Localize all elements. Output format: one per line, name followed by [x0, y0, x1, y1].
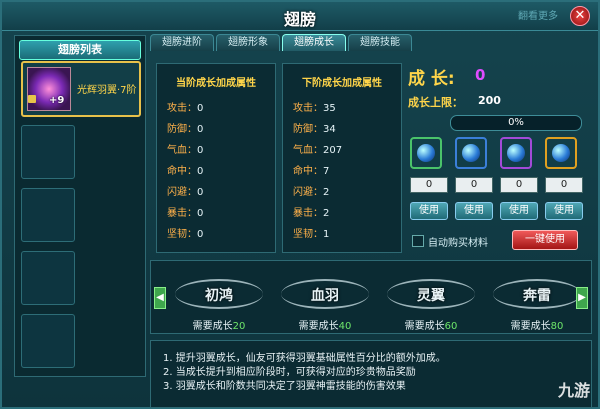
stat-row: 攻击：35	[293, 103, 336, 114]
growth-item-slot[interactable]	[500, 137, 532, 169]
next-stats-title: 下阶成长加成属性	[302, 78, 382, 89]
wing-slot-empty[interactable]	[21, 251, 75, 305]
stat-row: 防御：34	[293, 124, 336, 135]
growth-value: 0	[475, 66, 486, 84]
scroll-left-arrow[interactable]: ◀	[154, 287, 166, 309]
tip-line: 1. 提升羽翼成长，仙友可获得羽翼基础属性百分比的额外加成。	[163, 353, 446, 364]
corner-link[interactable]: 翻看更多	[518, 7, 558, 22]
item-count: 0	[455, 177, 493, 193]
stat-row: 防御：0	[167, 124, 204, 135]
lock-icon	[28, 95, 36, 103]
window-title: 翅膀	[283, 10, 316, 29]
orb-icon	[462, 144, 480, 162]
tab-growth[interactable]: 翅膀成长	[282, 34, 346, 51]
wing-name: 光辉羽翼·7阶	[77, 85, 137, 96]
tip-line: 2. 当成长提升到相应阶段时，可获得对应的珍贵物品奖励	[163, 367, 416, 378]
wing-level-badge: +9	[49, 95, 65, 106]
watermark-logo: 九游	[557, 381, 590, 400]
stage-name: 灵翼	[417, 288, 445, 304]
wing-slot-active[interactable]: +9 光辉羽翼·7阶	[21, 61, 141, 117]
tips-panel: 1. 提升羽翼成长，仙友可获得羽翼基础属性百分比的额外加成。 2. 当成长提升到…	[150, 340, 592, 408]
stat-row: 气血：207	[293, 145, 343, 156]
use-button[interactable]: 使用	[545, 202, 583, 220]
growth-item-slot[interactable]	[410, 137, 442, 169]
wing-slot-empty[interactable]	[21, 188, 75, 242]
title-bar: 翅膀 翻看更多 ✕	[2, 2, 598, 31]
progress-text: 0%	[508, 117, 524, 128]
one-key-use-button[interactable]: 一键使用	[512, 230, 578, 250]
stat-row: 坚韧：1	[293, 229, 330, 240]
tab-advance[interactable]: 翅膀进阶	[150, 34, 214, 51]
auto-buy-checkbox[interactable]	[412, 235, 424, 247]
growth-progress-bar: 0%	[450, 115, 582, 131]
stat-row: 气血：0	[167, 145, 204, 156]
use-button[interactable]: 使用	[455, 202, 493, 220]
wing-list-sidebar: 翅膀列表 +9 光辉羽翼·7阶	[14, 35, 146, 377]
next-stats-panel: 下阶成长加成属性 攻击：35 防御：34 气血：207 命中：7 闪避：2 暴击…	[282, 63, 402, 253]
stage-name: 奔雷	[523, 288, 551, 304]
stat-row: 命中：0	[167, 166, 204, 177]
item-count: 0	[545, 177, 583, 193]
use-button[interactable]: 使用	[410, 202, 448, 220]
stage-card: 初鸿 需要成长20	[169, 265, 269, 332]
stat-row: 暴击：2	[293, 208, 330, 219]
tab-appearance[interactable]: 翅膀形象	[216, 34, 280, 51]
wing-slot-empty[interactable]	[21, 125, 75, 179]
wings-window: 翅膀 翻看更多 ✕ 翅膀列表 +9 光辉羽翼·7阶 翅膀进阶 翅膀形象 翅膀成长…	[0, 0, 600, 409]
wing-slot-empty[interactable]	[21, 314, 75, 368]
scroll-right-arrow[interactable]: ▶	[576, 287, 588, 309]
current-stats-panel: 当阶成长加成属性 攻击：0 防御：0 气血：0 命中：0 闪避：0 暴击：0 坚…	[156, 63, 276, 253]
orb-icon	[552, 144, 570, 162]
stat-row: 闪避：0	[167, 187, 204, 198]
growth-limit-value: 200	[478, 94, 501, 107]
stage-card: 血羽 需要成长40	[275, 265, 375, 332]
stage-requirement: 需要成长40	[298, 321, 352, 332]
stage-card: 奔雷 需要成长80	[487, 265, 587, 332]
stat-row: 坚韧：0	[167, 229, 204, 240]
item-count: 0	[410, 177, 448, 193]
use-button[interactable]: 使用	[500, 202, 538, 220]
close-button[interactable]: ✕	[570, 6, 590, 26]
current-stats-title: 当阶成长加成属性	[176, 78, 256, 89]
stage-requirement: 需要成长80	[510, 321, 564, 332]
orb-icon	[417, 144, 435, 162]
stage-requirement: 需要成长20	[192, 321, 246, 332]
growth-item-slot[interactable]	[545, 137, 577, 169]
wing-list-header: 翅膀列表	[19, 40, 141, 60]
growth-content: 当阶成长加成属性 攻击：0 防御：0 气血：0 命中：0 闪避：0 暴击：0 坚…	[150, 52, 590, 253]
orb-icon	[507, 144, 525, 162]
stat-row: 攻击：0	[167, 103, 204, 114]
growth-item-slot[interactable]	[455, 137, 487, 169]
auto-buy-label: 自动购买材料	[428, 238, 488, 249]
stage-card: 灵翼 需要成长60	[381, 265, 481, 332]
stat-row: 闪避：2	[293, 187, 330, 198]
stat-row: 命中：7	[293, 166, 330, 177]
stat-row: 暴击：0	[167, 208, 204, 219]
item-count: 0	[500, 177, 538, 193]
tip-line: 3. 羽翼成长和阶数共同决定了羽翼神雷技能的伤害效果	[163, 381, 406, 392]
stage-name: 血羽	[311, 288, 339, 304]
growth-limit-label: 成长上限：	[408, 96, 463, 109]
stage-name: 初鸿	[205, 288, 233, 304]
growth-label: 成 长:	[408, 69, 455, 89]
stage-requirement: 需要成长60	[404, 321, 458, 332]
tab-skills[interactable]: 翅膀技能	[348, 34, 412, 51]
growth-stages-strip: ◀ 初鸿 需要成长20 血羽 需要成长40 灵翼 需要成长60 奔雷 需要成长8…	[150, 260, 592, 334]
